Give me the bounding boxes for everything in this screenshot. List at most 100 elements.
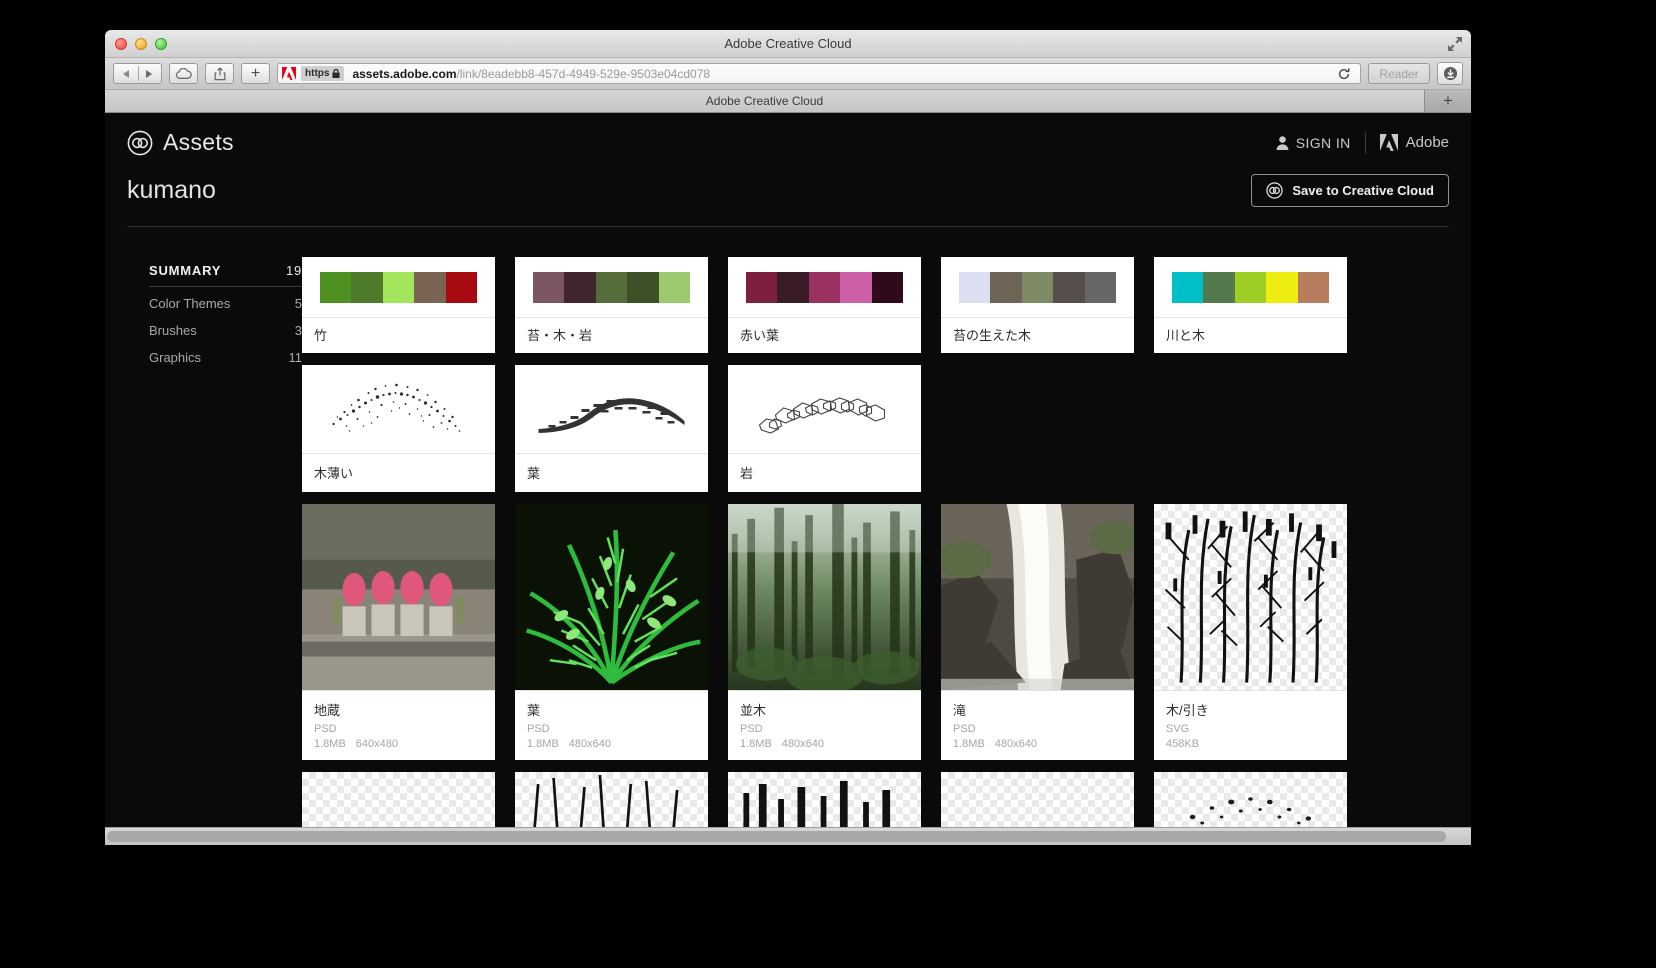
color-theme-card[interactable]: 苔・木・岩: [515, 257, 708, 353]
color-swatch-1: [745, 271, 778, 303]
zoom-window-button[interactable]: [155, 38, 167, 50]
card-label: 木/引き SVG 458KB: [1154, 690, 1347, 760]
graphic-card-partial[interactable]: [515, 772, 708, 832]
card-label: 竹: [302, 317, 495, 353]
horizontal-scrollbar[interactable]: [105, 827, 1471, 845]
icloud-tabs-button[interactable]: [169, 63, 198, 84]
plus-icon: +: [250, 64, 261, 82]
sidebar-item-graphics[interactable]: Graphics 11: [149, 344, 302, 371]
asset-size: 458KB: [1166, 738, 1200, 750]
scrollbar-thumb[interactable]: [107, 831, 1446, 842]
graphic-card-partial[interactable]: [941, 772, 1134, 832]
asset-name: 滝: [953, 703, 967, 718]
color-theme-card[interactable]: 竹: [302, 257, 495, 353]
downloads-button[interactable]: [1437, 62, 1463, 85]
sidebar-item-count: 11: [288, 350, 303, 365]
color-swatch-2: [990, 271, 1022, 303]
navigation-buttons[interactable]: [113, 63, 162, 84]
fern-thumbnail: [515, 504, 708, 690]
color-swatches: [728, 257, 921, 317]
graphic-card-partial[interactable]: [1154, 772, 1347, 832]
share-button[interactable]: [205, 63, 234, 84]
asset-format: PSD: [740, 723, 763, 735]
creative-cloud-icon: [1266, 182, 1284, 199]
back-button[interactable]: [114, 69, 138, 78]
address-bar[interactable]: https assets.adobe.com/link/8eadebb8-457…: [277, 63, 1361, 84]
forward-button[interactable]: [138, 69, 162, 78]
adobe-favicon-icon: [279, 64, 298, 83]
color-theme-card[interactable]: 赤い葉: [728, 257, 921, 353]
waterfall-thumbnail: [941, 504, 1134, 690]
new-tab-button[interactable]: +: [1425, 90, 1471, 112]
asset-dimensions: 480x640: [994, 738, 1038, 750]
header-divider: [1364, 131, 1366, 154]
asset-size: 1.8MB: [314, 738, 346, 750]
reload-icon[interactable]: [1337, 67, 1351, 81]
asset-grid: 竹 苔・木・岩 赤い葉 苔の生えた木 川と木 木薄い 葉 岩 地蔵 PSD 1.…: [302, 257, 1449, 832]
graphic-card[interactable]: 木/引き SVG 458KB: [1154, 504, 1347, 760]
swatch-strip: [532, 271, 691, 303]
save-to-creative-cloud-button[interactable]: Save to Creative Cloud: [1251, 174, 1449, 207]
graphic-card[interactable]: 並木 PSD 1.8MB 480x640: [728, 504, 921, 760]
color-theme-card[interactable]: 苔の生えた木: [941, 257, 1134, 353]
page-title: kumano: [127, 176, 216, 204]
download-icon: [1443, 66, 1457, 81]
color-swatch-2: [351, 271, 383, 303]
asset-dimensions: 640x480: [355, 738, 399, 750]
card-label: 岩: [728, 453, 921, 492]
color-swatch-3: [1021, 271, 1054, 303]
asset-name: 地蔵: [314, 703, 341, 718]
fullscreen-icon[interactable]: [1447, 36, 1463, 52]
sidebar-item-summary[interactable]: SUMMARY 19: [149, 257, 302, 286]
app-title: Assets: [163, 129, 234, 155]
sidebar-item-label: Color Themes: [149, 296, 231, 311]
brush-preview: [728, 365, 921, 453]
graphic-card-partial[interactable]: [302, 772, 495, 832]
tab-adobe-creative-cloud[interactable]: Adobe Creative Cloud: [105, 90, 1425, 112]
close-window-button[interactable]: [115, 38, 127, 50]
brush-card[interactable]: 木薄い: [302, 365, 495, 492]
window-controls[interactable]: [115, 38, 167, 50]
sign-in-button[interactable]: SIGN IN: [1276, 135, 1351, 151]
add-bookmark-button[interactable]: +: [241, 63, 270, 84]
sign-in-label: SIGN IN: [1295, 134, 1351, 151]
brush-preview: [302, 365, 495, 453]
adobe-logo-icon: [1379, 134, 1398, 151]
graphic-card[interactable]: 地蔵 PSD 1.8MB 640x480: [302, 504, 495, 760]
window-titlebar: Adobe Creative Cloud: [105, 30, 1471, 58]
asset-format: PSD: [527, 723, 550, 735]
color-theme-card[interactable]: 川と木: [1154, 257, 1347, 353]
graphic-card-partial[interactable]: [728, 772, 921, 832]
asset-meta: 458KB: [1166, 738, 1335, 750]
brush-preview: [515, 365, 708, 453]
asset-name: 並木: [740, 703, 767, 718]
color-swatches: [302, 257, 495, 317]
branches-thumbnail: [532, 774, 679, 832]
graphic-preview: [1154, 772, 1347, 832]
minimize-window-button[interactable]: [135, 38, 147, 50]
body-area: SUMMARY 19 Color Themes 5 Brushes 3 Grap…: [127, 257, 1449, 832]
graphic-card[interactable]: 滝 PSD 1.8MB 480x640: [941, 504, 1134, 760]
color-swatches: [515, 257, 708, 317]
brush-card[interactable]: 岩: [728, 365, 921, 492]
color-swatch-3: [1234, 271, 1267, 303]
cloud-icon: [175, 67, 192, 79]
sidebar-item-brushes[interactable]: Brushes 3: [149, 317, 302, 344]
color-swatch-2: [1203, 271, 1235, 303]
card-label: 苔の生えた木: [941, 317, 1134, 353]
graphic-card[interactable]: 葉 PSD 1.8MB 480x640: [515, 504, 708, 760]
brush-card[interactable]: 葉: [515, 365, 708, 492]
card-label: 滝 PSD 1.8MB 480x640: [941, 690, 1134, 760]
https-label: https: [305, 68, 330, 79]
color-swatch-5: [445, 271, 478, 303]
card-label: 木薄い: [302, 453, 495, 492]
color-swatch-2: [777, 271, 809, 303]
person-icon: [1276, 135, 1289, 150]
color-swatch-3: [382, 271, 415, 303]
color-swatch-4: [1266, 271, 1298, 303]
reader-button[interactable]: Reader: [1368, 63, 1430, 84]
asset-meta: 1.8MB 480x640: [740, 738, 909, 750]
sidebar-item-color-themes[interactable]: Color Themes 5: [149, 290, 302, 317]
card-label: 川と木: [1154, 317, 1347, 353]
adobe-brand[interactable]: Adobe: [1379, 134, 1449, 151]
